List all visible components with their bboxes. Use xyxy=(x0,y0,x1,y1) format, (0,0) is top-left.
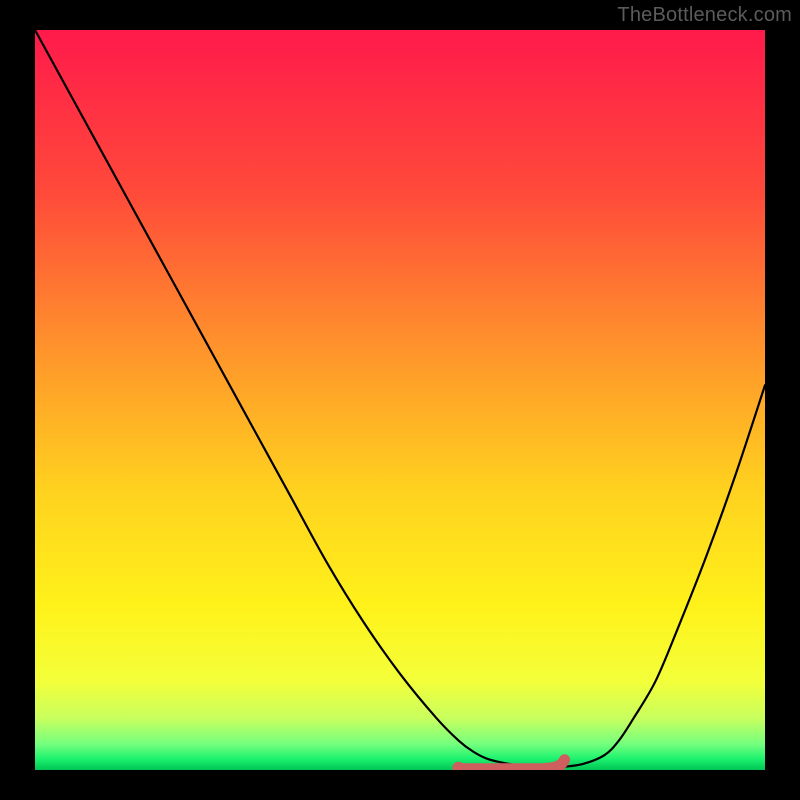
watermark-text: TheBottleneck.com xyxy=(617,4,792,27)
chart-svg xyxy=(35,30,765,770)
plot-area xyxy=(35,30,765,770)
gradient-background xyxy=(35,30,765,770)
chart-frame: TheBottleneck.com xyxy=(0,0,800,800)
